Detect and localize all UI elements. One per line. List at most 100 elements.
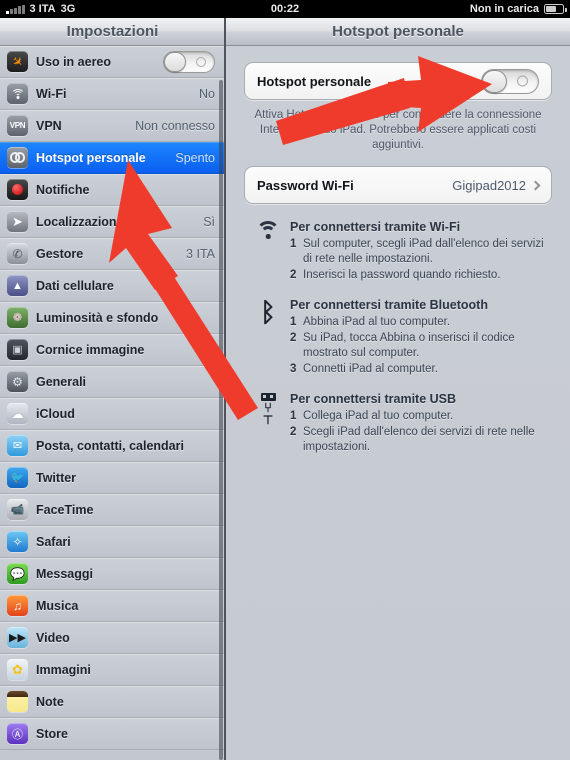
sidebar-item-label: Messaggi xyxy=(36,566,93,581)
store-icon: Ⓐ xyxy=(7,723,28,744)
facetime-icon: 📹 xyxy=(7,499,28,520)
messages-icon: 💬 xyxy=(7,563,28,584)
sidebar-item-value: Sì xyxy=(203,214,215,229)
sidebar-item-airplane-mode[interactable]: ✈ Uso in aereo xyxy=(0,46,225,78)
sidebar-item-label: Twitter xyxy=(36,470,77,485)
sidebar-item-label: Gestore xyxy=(36,246,84,261)
sidebar-item-twitter[interactable]: 🐦 Twitter xyxy=(0,462,225,494)
wifi-password-value: Gigipad2012 xyxy=(452,177,526,193)
sidebar-item-facetime[interactable]: 📹 FaceTime xyxy=(0,494,225,526)
carrier-icon: ✆ xyxy=(7,243,28,264)
sidebar-item-label: Notifiche xyxy=(36,182,90,197)
wifi-password-label: Password Wi-Fi xyxy=(257,177,354,193)
sidebar-item-personal-hotspot[interactable]: Hotspot personale Spento xyxy=(0,142,225,174)
battery-status-label: Non in carica xyxy=(469,3,539,15)
sidebar-item-label: Video xyxy=(36,630,70,645)
sidebar-item-value: Spento xyxy=(175,150,215,165)
vpn-icon: VPN xyxy=(7,115,28,136)
location-icon: ➤ xyxy=(7,211,28,232)
page-title: Hotspot personale xyxy=(332,23,464,40)
sidebar-item-label: VPN xyxy=(36,118,62,133)
battery-icon xyxy=(544,4,567,14)
sidebar-item-picture-frame[interactable]: ▣ Cornice immagine xyxy=(0,334,225,366)
sidebar-scrollbar[interactable] xyxy=(219,80,223,760)
instruction-step: 2 Inserisci la password quando richiesto. xyxy=(290,269,501,281)
sidebar-title: Impostazioni xyxy=(66,23,159,40)
settings-list[interactable]: ✈ Uso in aereo Wi-Fi No VPN VPN Non conn… xyxy=(0,46,225,760)
bluetooth-icon: ᛒ xyxy=(260,296,276,327)
detail-navbar: Hotspot personale xyxy=(226,18,570,46)
sidebar-item-video[interactable]: ▶▶ Video xyxy=(0,622,225,654)
wifi-password-row[interactable]: Password Wi-Fi Gigipad2012 xyxy=(245,167,551,203)
instruction-group-bluetooth: ᛒ Per connettersi tramite Bluetooth 1 Abb… xyxy=(246,298,552,379)
sidebar-item-label: Generali xyxy=(36,374,87,389)
mail-icon: ✉ xyxy=(7,435,28,456)
sidebar-item-value: Non connesso xyxy=(135,118,215,133)
sidebar-item-label: Immagini xyxy=(36,662,91,677)
sidebar-item-label: Localizzazione xyxy=(36,214,124,229)
instruction-text: Per connettersi tramite Wi-Fi 1 Sul compu… xyxy=(290,220,552,285)
instruction-heading: Per connettersi tramite Wi-Fi xyxy=(290,220,461,234)
wifi-password-card: Password Wi-Fi Gigipad2012 xyxy=(244,166,552,204)
sidebar-item-notes[interactable]: Note xyxy=(0,686,225,718)
instruction-step: 1 Collega iPad al tuo computer. xyxy=(290,409,454,422)
instruction-step: 1 Abbina iPad al tuo computer. xyxy=(290,315,451,328)
music-icon: ♫ xyxy=(7,595,28,616)
sidebar-item-label: Wi-Fi xyxy=(36,86,67,101)
hotspot-toggle-card: Hotspot personale xyxy=(244,62,552,100)
instruction-group-wifi: Per connettersi tramite Wi-Fi 1 Sul compu… xyxy=(246,220,552,285)
hotspot-toggle-row[interactable]: Hotspot personale xyxy=(245,63,551,99)
sidebar-item-carrier[interactable]: ✆ Gestore 3 ITA xyxy=(0,238,225,270)
instruction-group-usb: ⑂ ⊤ Per connettersi tramite USB 1 Collega… xyxy=(246,392,552,457)
sidebar-item-label: Hotspot personale xyxy=(36,150,146,165)
twitter-icon: 🐦 xyxy=(7,467,28,488)
brightness-wallpaper-icon: ❁ xyxy=(7,307,28,328)
detail-body: Hotspot personale Attiva Hotspot persona… xyxy=(226,46,570,760)
status-bar: 3 ITA 3G 00:22 Non in carica xyxy=(0,0,570,18)
notifications-icon xyxy=(7,179,28,200)
sidebar-item-value: No xyxy=(199,86,215,101)
instruction-text: Per connettersi tramite Bluetooth 1 Abbin… xyxy=(290,298,552,379)
sidebar-item-label: Cornice immagine xyxy=(36,342,145,357)
hotspot-description: Attiva Hotspot personale per condividere… xyxy=(254,109,542,151)
instruction-text: Per connettersi tramite USB 1 Collega iPa… xyxy=(290,392,552,457)
sidebar-item-label: Musica xyxy=(36,598,79,613)
sidebar-item-label: Posta, contatti, calendari xyxy=(36,438,184,453)
settings-sidebar: Impostazioni ✈ Uso in aereo Wi-Fi No VPN… xyxy=(0,18,225,760)
instruction-steps: 1 Collega iPad al tuo computer. 2 Scegli i… xyxy=(290,409,552,455)
sidebar-item-location-services[interactable]: ➤ Localizzazione Sì xyxy=(0,206,225,238)
ipad-settings-screen: 3 ITA 3G 00:22 Non in carica Impostazion… xyxy=(0,0,570,760)
notes-icon xyxy=(7,691,28,712)
instruction-steps: 1 Abbina iPad al tuo computer. 2 Su iPad, … xyxy=(290,315,552,377)
airplane-icon: ✈ xyxy=(7,51,28,72)
sidebar-item-photos[interactable]: ✿ Immagini xyxy=(0,654,225,686)
sidebar-item-music[interactable]: ♫ Musica xyxy=(0,590,225,622)
sidebar-item-value: 3 ITA xyxy=(186,246,215,261)
personal-hotspot-switch[interactable] xyxy=(481,68,539,94)
instruction-steps: 1 Sul computer, scegli iPad dall'elenco d… xyxy=(290,237,552,283)
connection-instructions: Per connettersi tramite Wi-Fi 1 Sul compu… xyxy=(244,220,552,456)
sidebar-item-wifi[interactable]: Wi-Fi No xyxy=(0,78,225,110)
sidebar-item-brightness-wallpaper[interactable]: ❁ Luminosità e sfondo xyxy=(0,302,225,334)
sidebar-item-messages[interactable]: 💬 Messaggi xyxy=(0,558,225,590)
picture-frame-icon: ▣ xyxy=(7,339,28,360)
sidebar-item-general[interactable]: ⚙ Generali xyxy=(0,366,225,398)
photos-icon: ✿ xyxy=(7,659,28,680)
airplane-mode-switch[interactable] xyxy=(163,50,215,73)
sidebar-item-icloud[interactable]: ☁ iCloud xyxy=(0,398,225,430)
sidebar-item-label: Store xyxy=(36,726,68,741)
hotspot-icon xyxy=(7,147,28,168)
sidebar-item-cellular-data[interactable]: ▲ Dati cellulare xyxy=(0,270,225,302)
sidebar-item-vpn[interactable]: VPN VPN Non connesso xyxy=(0,110,225,142)
cellular-data-icon: ▲ xyxy=(7,275,28,296)
sidebar-item-store[interactable]: Ⓐ Store xyxy=(0,718,225,750)
instruction-step: 2 Scegli iPad dall'elenco dei servizi di … xyxy=(290,426,535,453)
usb-icon: ⑂ ⊤ xyxy=(246,392,290,457)
chevron-right-icon xyxy=(530,180,541,190)
sidebar-item-label: FaceTime xyxy=(36,502,94,517)
sidebar-item-notifications[interactable]: Notifiche xyxy=(0,174,225,206)
status-bar-right: Non in carica xyxy=(469,0,567,18)
wifi-icon xyxy=(246,220,290,285)
sidebar-item-mail-contacts-calendars[interactable]: ✉ Posta, contatti, calendari xyxy=(0,430,225,462)
sidebar-item-safari[interactable]: ✧ Safari xyxy=(0,526,225,558)
